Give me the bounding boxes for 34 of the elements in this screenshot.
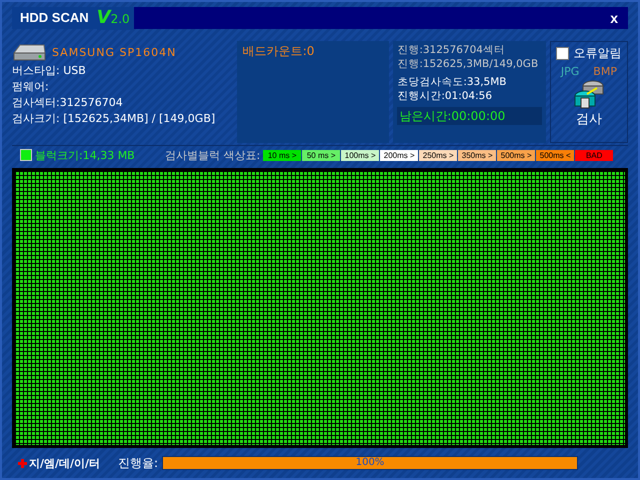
- brand-label: 지/엠/데/이/터: [12, 456, 118, 470]
- legend-item: 10 ms >: [263, 150, 302, 160]
- scan-speed: 초당검사속도:33,5MB: [397, 75, 508, 89]
- firmware-label: 펌웨어:: [12, 79, 50, 95]
- progress-label: 진행율:: [118, 454, 158, 472]
- bad-count: 배드카운트:0: [242, 44, 314, 58]
- error-alarm-checkbox[interactable]: 오류알림: [556, 45, 622, 62]
- disk-stack-icon: [572, 78, 605, 110]
- legend-item: 100ms >: [341, 150, 380, 160]
- hard-drive-icon: [12, 43, 46, 63]
- scan-sectors: 검사섹터:312576704: [12, 95, 124, 111]
- window-title: HDD SCAN: [12, 7, 97, 29]
- block-square-icon: [20, 149, 32, 161]
- close-button[interactable]: x: [600, 10, 628, 26]
- legend-item: 50 ms >: [302, 150, 340, 160]
- scan-size: 검사크기: [152625,34MB] / [149,0GB]: [12, 111, 216, 127]
- version-label: V2.0: [96, 6, 134, 30]
- progress-sectors: 진행:312576704섹터: [397, 43, 506, 57]
- legend-item: 500ms <: [536, 150, 574, 160]
- block-size: 블럭크기:14,33 MB: [35, 148, 136, 162]
- bus-type: 버스타입: USB: [12, 63, 87, 79]
- scan-button[interactable]: 검사: [572, 78, 605, 128]
- legend-item: 200ms >: [380, 150, 418, 160]
- remaining-time: 남은시간:00:00:00: [397, 107, 542, 125]
- progress-reading: 100%: [354, 456, 386, 470]
- legend-item: 500ms >: [497, 150, 536, 160]
- legend-item: 250ms >: [419, 150, 458, 160]
- elapsed-time: 진행시간:01:04:56: [397, 89, 494, 103]
- legend-item: BAD: [575, 150, 614, 160]
- plus-icon: [18, 458, 27, 468]
- progress-size: 진행:152625,3MB/149,0GB: [397, 57, 540, 71]
- legend-item: 350ms >: [458, 150, 496, 160]
- drive-model: SAMSUNG SP1604N: [52, 45, 176, 61]
- legend-title: 검사별블럭 색상표:: [165, 148, 260, 162]
